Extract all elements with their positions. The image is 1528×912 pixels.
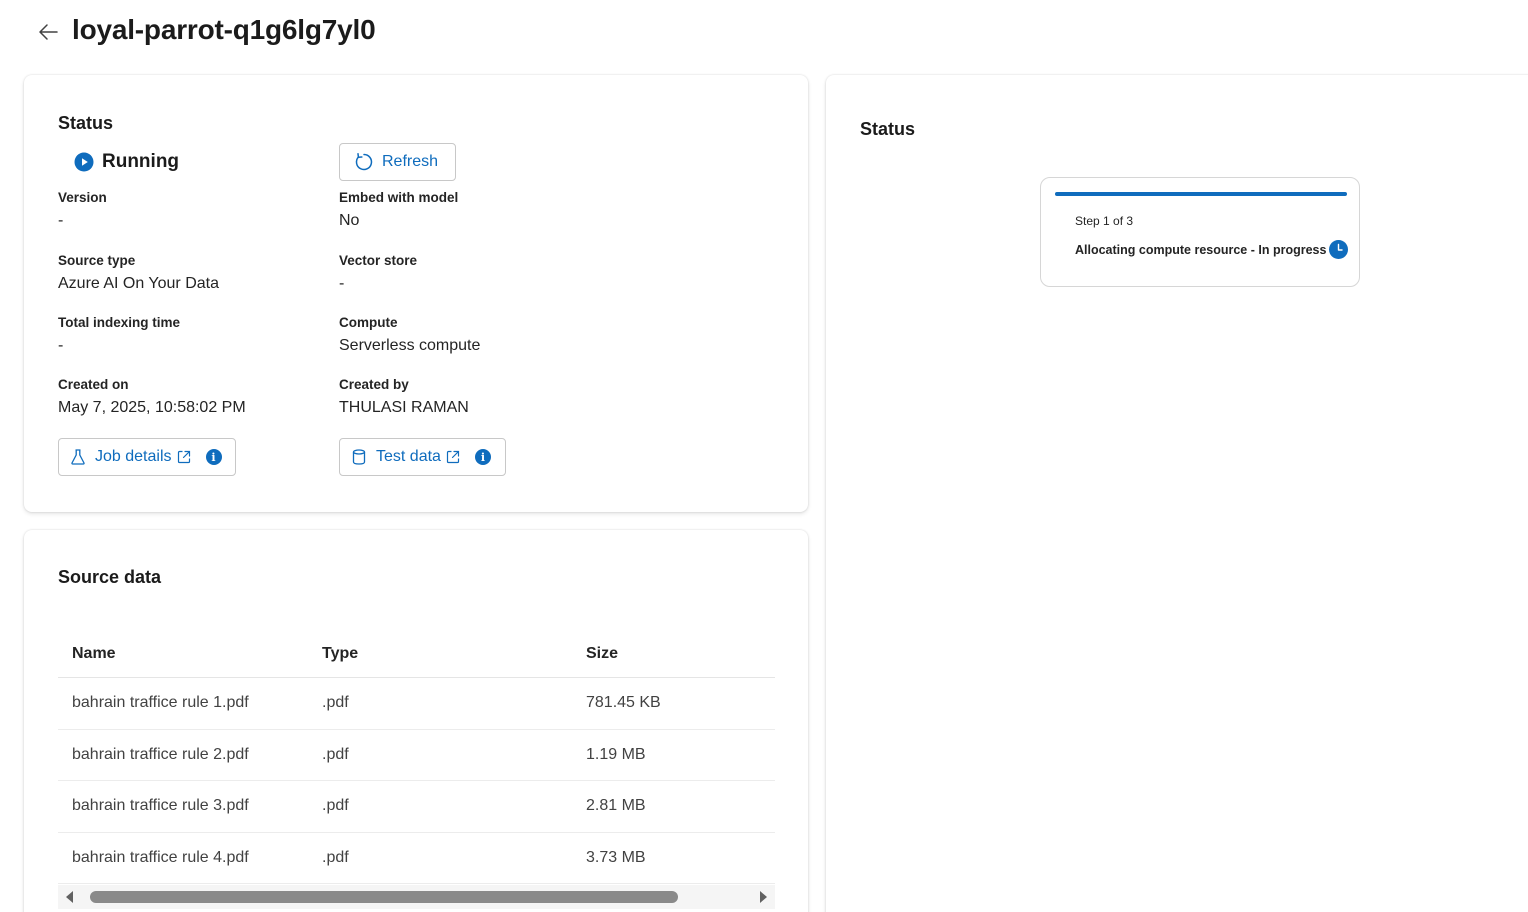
- step-status: Allocating compute resource - In progres…: [1075, 240, 1349, 259]
- page-header: loyal-parrot-q1g6lg7yl0: [0, 0, 1528, 66]
- table-header: Name Type Size: [58, 630, 775, 678]
- field-created-on: Created on May 7, 2025, 10:58:02 PM: [58, 377, 246, 416]
- run-status-label: Running: [102, 151, 180, 172]
- open-external-icon: [177, 450, 190, 464]
- cell-name: bahrain traffice rule 1.pdf: [72, 694, 249, 712]
- play-circle-icon: [74, 152, 94, 172]
- page-title: loyal-parrot-q1g6lg7yl0: [72, 14, 376, 45]
- scroll-left-button[interactable]: [58, 885, 82, 909]
- open-external-icon: [446, 450, 460, 464]
- flask-icon: [71, 449, 85, 465]
- step-progress-card: Step 1 of 3 Allocating compute resource …: [1040, 177, 1360, 287]
- cell-size: 781.45 KB: [586, 694, 661, 712]
- table-row[interactable]: bahrain traffice rule 2.pdf .pdf 1.19 MB: [58, 730, 775, 781]
- arrow-left-icon: [39, 24, 58, 40]
- field-vector-store: Vector store -: [339, 253, 418, 292]
- step-count: Step 1 of 3: [1075, 214, 1134, 228]
- status-panel-title: Status: [860, 119, 916, 139]
- field-version: Version -: [58, 190, 107, 229]
- database-icon: [352, 449, 366, 465]
- cell-name: bahrain traffice rule 4.pdf: [72, 848, 249, 866]
- cell-type: .pdf: [322, 848, 349, 866]
- step-progress-bar: [1055, 192, 1347, 196]
- source-data-card: Source data Name Type Size bahrain traff…: [24, 530, 808, 912]
- refresh-label: Refresh: [382, 153, 439, 170]
- status-card: Status Running Refresh Version - Embed w…: [24, 75, 808, 512]
- refresh-icon: [355, 153, 373, 171]
- field-compute: Compute Serverless compute: [339, 315, 481, 354]
- cell-size: 1.19 MB: [586, 745, 646, 763]
- caret-left-icon: [66, 891, 73, 903]
- refresh-button[interactable]: Refresh: [339, 143, 456, 181]
- run-status: Running: [74, 151, 179, 173]
- column-header-name[interactable]: Name: [58, 645, 322, 663]
- test-data-info-icon[interactable]: i: [474, 449, 491, 465]
- cell-size: 3.73 MB: [586, 848, 646, 866]
- field-total-indexing-time: Total indexing time -: [58, 315, 181, 354]
- back-button[interactable]: [32, 16, 64, 48]
- scroll-thumb[interactable]: [90, 891, 678, 903]
- job-details-button[interactable]: Job details i: [58, 438, 236, 476]
- status-card-title: Status: [58, 113, 114, 133]
- test-data-button[interactable]: Test data i: [339, 438, 506, 476]
- caret-right-icon: [760, 891, 767, 903]
- field-embed-with-model: Embed with model No: [339, 190, 459, 229]
- column-header-type[interactable]: Type: [322, 645, 586, 663]
- cell-type: .pdf: [322, 694, 349, 712]
- job-details-info-icon[interactable]: i: [205, 449, 222, 465]
- job-details-label: Job details: [95, 448, 172, 465]
- scroll-track[interactable]: [82, 885, 751, 909]
- column-header-size[interactable]: Size: [586, 645, 775, 663]
- horizontal-scrollbar[interactable]: [58, 885, 775, 909]
- table-row[interactable]: bahrain traffice rule 3.pdf .pdf 2.81 MB: [58, 781, 775, 833]
- source-data-table: Name Type Size bahrain traffice rule 1.p…: [58, 630, 775, 884]
- status-panel: Status Step 1 of 3 Allocating compute re…: [826, 75, 1528, 912]
- clock-icon: [1329, 240, 1349, 259]
- table-row[interactable]: bahrain traffice rule 4.pdf .pdf 3.73 MB: [58, 833, 775, 884]
- source-data-title: Source data: [58, 567, 162, 587]
- cell-type: .pdf: [322, 745, 349, 763]
- cell-name: bahrain traffice rule 3.pdf: [72, 797, 249, 815]
- field-created-by: Created by THULASI RAMAN: [339, 377, 469, 416]
- cell-size: 2.81 MB: [586, 797, 646, 815]
- field-source-type: Source type Azure AI On Your Data: [58, 253, 219, 292]
- step-status-label: Allocating compute resource - In progres…: [1075, 242, 1327, 257]
- cell-name: bahrain traffice rule 2.pdf: [72, 745, 249, 763]
- scroll-right-button[interactable]: [751, 885, 775, 909]
- test-data-label: Test data: [376, 448, 441, 465]
- cell-type: .pdf: [322, 797, 349, 815]
- table-row[interactable]: bahrain traffice rule 1.pdf .pdf 781.45 …: [58, 678, 775, 730]
